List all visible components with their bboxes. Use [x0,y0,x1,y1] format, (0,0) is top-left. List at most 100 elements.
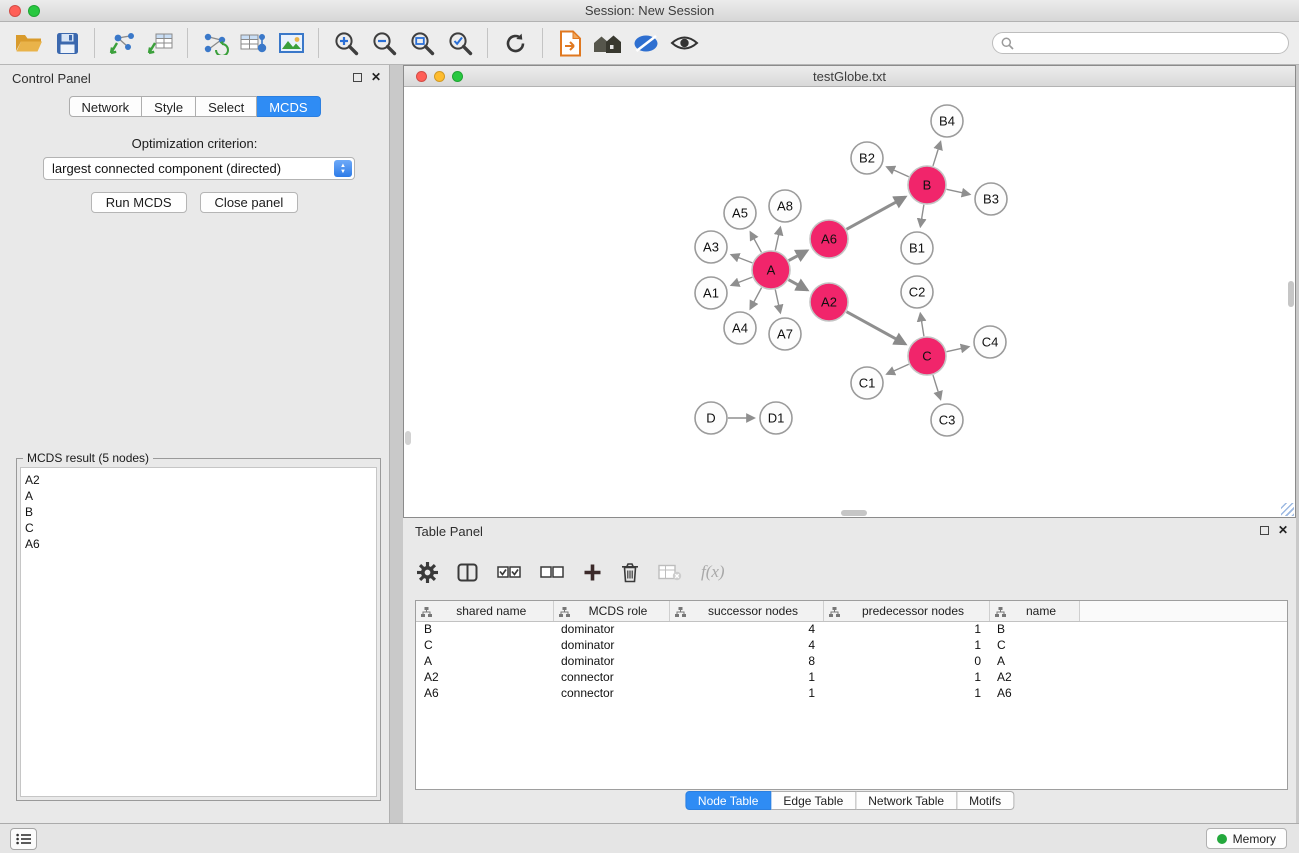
graph-node-A6[interactable]: A6 [810,220,848,258]
graph-node-A8[interactable]: A8 [769,190,801,222]
export-image-button[interactable] [274,26,308,60]
export-network-button[interactable] [198,26,232,60]
graph-edge-A-A4[interactable] [750,288,761,309]
zoom-in-button[interactable] [329,26,363,60]
close-table-panel-icon[interactable]: ✕ [1278,525,1288,535]
graph-node-C4[interactable]: C4 [974,326,1006,358]
graph-node-B2[interactable]: B2 [851,142,883,174]
run-mcds-button[interactable]: Run MCDS [91,192,187,213]
graph-edge-C-C1[interactable] [887,364,909,374]
graph-edge-A-A8[interactable] [775,227,780,250]
table-cell[interactable]: 8 [669,653,823,669]
graph-edge-A-A2[interactable] [789,280,808,290]
search-input[interactable] [1019,35,1280,51]
delete-columns-button[interactable] [621,562,639,583]
column-header-predecessor-nodes[interactable]: predecessor nodes [823,601,989,621]
apply-layout-button[interactable] [498,26,532,60]
table-cell[interactable]: connector [553,669,669,685]
table-row[interactable]: Bdominator41B [416,621,1287,637]
save-session-button[interactable] [50,26,84,60]
column-header-successor-nodes[interactable]: successor nodes [669,601,823,621]
panels-menu-button[interactable] [10,828,37,850]
table-cell[interactable]: A [416,653,553,669]
graph-node-B4[interactable]: B4 [931,105,963,137]
table-cell[interactable]: B [416,621,553,637]
table-cell[interactable]: A6 [416,685,553,701]
tab-network-table[interactable]: Network Table [856,791,957,810]
float-table-panel-icon[interactable] [1260,526,1269,535]
result-item[interactable]: C [25,520,376,536]
birds-eye-view-button[interactable] [667,26,701,60]
result-item[interactable]: A [25,488,376,504]
network-canvas[interactable]: AA1A2A3A4A5A6A7A8BB1B2B3B4CC1C2C3C4DD1 [404,87,1295,517]
close-panel-icon[interactable]: ✕ [371,72,381,82]
import-network-button[interactable] [105,26,139,60]
graph-node-A7[interactable]: A7 [769,318,801,350]
horizontal-scrollbar-thumb[interactable] [841,510,867,516]
table-cell[interactable]: A2 [416,669,553,685]
table-cell[interactable]: dominator [553,653,669,669]
table-cell[interactable]: 1 [669,685,823,701]
table-cell[interactable]: 4 [669,621,823,637]
export-table-button[interactable] [236,26,270,60]
table-row[interactable]: Cdominator41C [416,637,1287,653]
table-cell[interactable]: connector [553,685,669,701]
graph-edge-C-C4[interactable] [947,347,969,352]
resize-grip[interactable] [1281,503,1294,516]
table-row[interactable]: A6connector11A6 [416,685,1287,701]
import-table-button[interactable] [143,26,177,60]
graph-edge-A-A3[interactable] [732,255,753,263]
graph-edge-C-C3[interactable] [933,375,940,399]
table-cell[interactable]: C [989,637,1079,653]
column-header-mcds-role[interactable]: MCDS role [553,601,669,621]
table-cell[interactable]: 4 [669,637,823,653]
network-window-titlebar[interactable]: testGlobe.txt [404,66,1295,87]
table-cell[interactable]: C [416,637,553,653]
graph-node-B[interactable]: B [908,166,946,204]
graph-edge-A-A1[interactable] [732,277,753,285]
tab-edge-table[interactable]: Edge Table [771,791,856,810]
tab-style[interactable]: Style [142,96,196,117]
graph-node-C[interactable]: C [908,337,946,375]
table-cell[interactable]: 1 [669,669,823,685]
table-cell[interactable]: A2 [989,669,1079,685]
document-export-button[interactable] [553,26,587,60]
graph-node-A4[interactable]: A4 [724,312,756,344]
search-box[interactable] [992,32,1289,54]
result-item[interactable]: B [25,504,376,520]
graph-edge-C-C2[interactable] [920,314,924,337]
create-column-button[interactable] [583,563,602,582]
zoom-fit-button[interactable] [405,26,439,60]
open-session-button[interactable] [12,26,46,60]
table-cell[interactable]: 1 [823,621,989,637]
graphics-details-button[interactable] [629,26,663,60]
zoom-out-button[interactable] [367,26,401,60]
graph-node-B3[interactable]: B3 [975,183,1007,215]
graph-node-B1[interactable]: B1 [901,232,933,264]
float-panel-icon[interactable] [353,73,362,82]
graph-node-A[interactable]: A [752,251,790,289]
graph-edge-B-B1[interactable] [920,205,923,227]
table-row[interactable]: Adominator80A [416,653,1287,669]
optimization-criterion-select[interactable]: largest connected component (directed) ▲… [43,157,355,180]
mcds-result-list[interactable]: A2ABCA6 [20,467,377,797]
home-button[interactable] [591,26,625,60]
graph-node-A3[interactable]: A3 [695,231,727,263]
graph-node-C3[interactable]: C3 [931,404,963,436]
graph-node-C2[interactable]: C2 [901,276,933,308]
table-cell[interactable]: 1 [823,637,989,653]
graph-edge-B-B4[interactable] [933,142,940,166]
graph-edge-A2-C[interactable] [847,312,906,344]
tab-node-table[interactable]: Node Table [685,791,772,810]
table-cell[interactable]: B [989,621,1079,637]
graph-node-D1[interactable]: D1 [760,402,792,434]
vertical-scrollbar-thumb[interactable] [1288,281,1294,307]
tab-motifs[interactable]: Motifs [957,791,1014,810]
graph-edge-A-A6[interactable] [789,251,807,261]
table-cell[interactable]: A [989,653,1079,669]
table-cell[interactable]: 1 [823,685,989,701]
graph-node-A2[interactable]: A2 [810,283,848,321]
table-cell[interactable]: 1 [823,669,989,685]
graph-node-C1[interactable]: C1 [851,367,883,399]
result-item[interactable]: A2 [25,472,376,488]
